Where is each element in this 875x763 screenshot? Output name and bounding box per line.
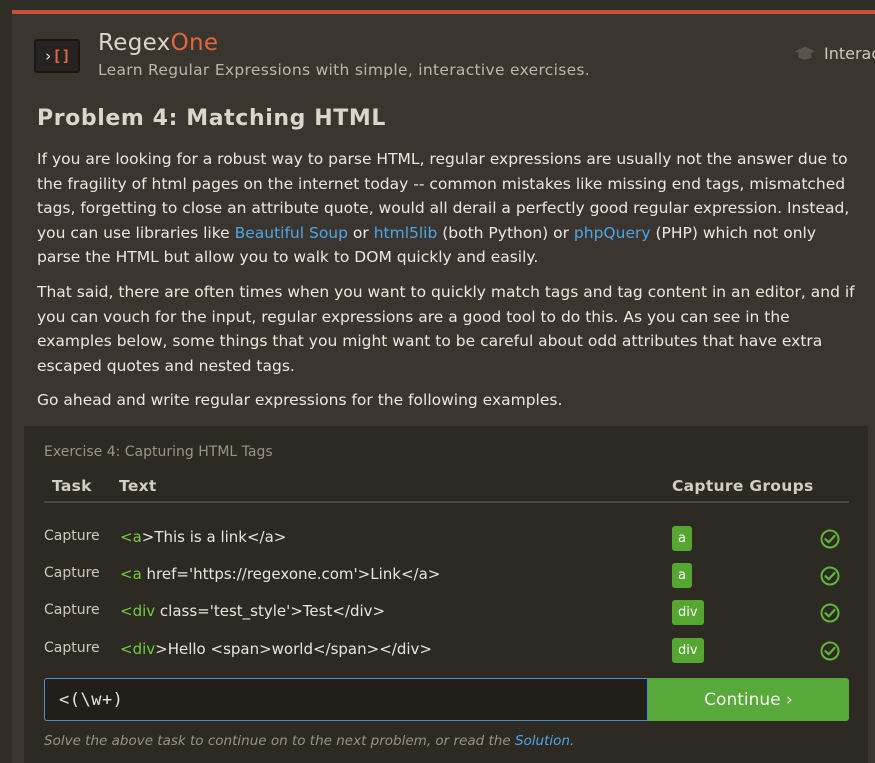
row-text: <a href='https://regexone.com'>Link</a> [120,565,440,583]
row-text: <div class='test_style'>Test</div> [120,602,385,620]
check-circle-icon [820,641,840,661]
row-task: Capture [44,528,100,544]
row-match-highlight: <a [120,565,142,583]
brand-title[interactable]: RegexOne [98,30,218,56]
column-header-capture-groups: Capture Groups [672,477,814,495]
brand-accent: One [170,30,219,56]
second-paragraph: That said, there are often times when yo… [37,283,855,375]
row-task: Capture [44,565,100,581]
solution-hint: Solve the above task to continue on to t… [44,733,574,749]
table-row: Capture <div class='test_style'>Test</di… [24,599,868,633]
capture-group-badge: div [672,638,704,663]
exercise-panel: Exercise 4: Capturing HTML Tags Task Tex… [24,426,868,763]
row-text: <div>Hello <span>world</span></div> [120,640,432,658]
row-match-highlight: <a [120,528,142,546]
row-text: <a>This is a link</a> [120,528,286,546]
hint-end: . [569,733,575,749]
row-text-rest: >Hello <span>world</span></div> [155,640,432,658]
intro-paragraph: If you are looking for a robust way to p… [37,147,857,270]
nav-interactive-tutorial[interactable]: Interac [794,44,875,63]
nav-interactive-label: Interac [824,44,875,63]
check-circle-icon [820,566,840,586]
page-container: ›[] RegexOne Learn Regular Expressions w… [12,14,875,763]
table-row: Capture <a>This is a link</a> a [24,525,868,559]
beautiful-soup-link[interactable]: Beautiful Soup [235,224,348,242]
logo-arrow: › [43,47,53,65]
table-row: Capture <div>Hello <span>world</span></d… [24,637,868,671]
intro-text-c: (both Python) or [437,223,574,242]
continue-button[interactable]: Continue › [648,678,849,721]
phpquery-link[interactable]: phpQuery [574,224,651,242]
brand-main: Regex [98,30,171,56]
hint-text: Solve the above task to continue on to t… [44,733,515,749]
graduation-cap-icon [794,46,816,59]
logo-brackets: [] [52,47,71,65]
row-task: Capture [44,602,100,618]
exercise-title: Exercise 4: Capturing HTML Tags [44,444,273,460]
check-circle-icon [820,603,840,623]
capture-group-badge: a [672,563,692,588]
column-header-text: Text [119,477,157,495]
page-title: Problem 4: Matching HTML [37,106,386,131]
capture-group-badge: a [672,526,692,551]
third-paragraph: Go ahead and write regular expressions f… [37,391,563,409]
regex-input-wrapper [44,678,648,721]
intro-text-b: or [347,223,374,242]
regex-input[interactable] [45,679,647,720]
check-circle-icon [820,529,840,549]
row-text-rest: href='https://regexone.com'>Link</a> [141,565,441,583]
header-divider [44,501,849,503]
capture-group-badge: div [672,600,704,625]
tagline: Learn Regular Expressions with simple, i… [98,61,591,79]
solution-link[interactable]: Solution [515,733,570,749]
row-match-highlight: <div [120,640,156,658]
html5lib-link[interactable]: html5lib [374,224,438,242]
regexone-logo[interactable]: ›[] [34,39,80,73]
row-text-rest: >This is a link</a> [141,528,287,546]
row-text-rest: class='test_style'>Test</div> [155,602,386,620]
table-row: Capture <a href='https://regexone.com'>L… [24,562,868,596]
row-task: Capture [44,640,100,656]
column-header-task: Task [52,477,92,495]
row-match-highlight: <div [120,602,156,620]
